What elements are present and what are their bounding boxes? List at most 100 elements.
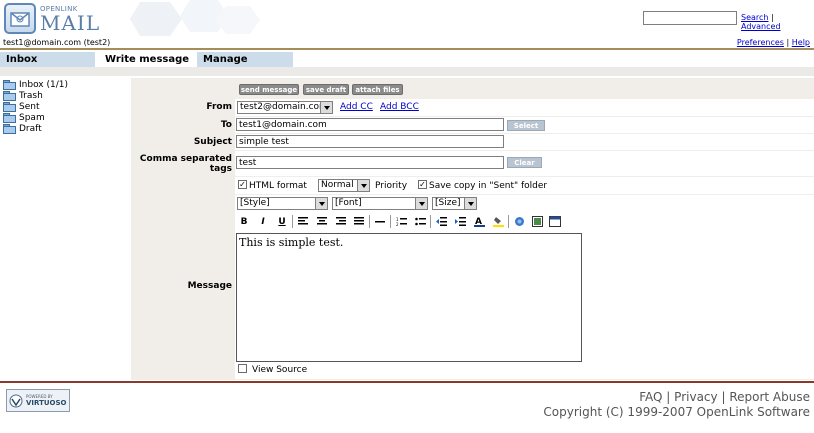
from-select-value: test2@domain.com: [240, 102, 328, 112]
html-format-label: HTML format: [249, 181, 307, 191]
justify-icon[interactable]: [352, 215, 366, 228]
folder-label: Sent: [19, 101, 40, 112]
folder-label: Spam: [19, 112, 45, 123]
help-link[interactable]: Help: [792, 38, 810, 47]
search-input[interactable]: [643, 11, 737, 25]
virtuoso-icon: [9, 394, 23, 407]
copyright-text: Copyright (C) 1999-2007 OpenLink Softwar…: [543, 405, 810, 419]
current-user: test1@domain.com (test2): [3, 38, 111, 47]
tab-bar: Inbox Write message Manage: [0, 48, 814, 67]
tags-label: Comma separated tags: [131, 154, 232, 174]
separator: |: [771, 13, 774, 22]
header-decoration: [130, 0, 260, 36]
font-select-value: [Font]: [335, 198, 362, 208]
logo-big-text: MAIL: [40, 10, 101, 35]
report-abuse-link[interactable]: Report Abuse: [729, 390, 810, 404]
view-source-checkbox[interactable]: [238, 364, 247, 373]
chevron-down-icon: [320, 102, 332, 113]
send-message-button[interactable]: send message: [239, 84, 299, 95]
message-editor[interactable]: This is simple test.: [236, 233, 582, 362]
priority-select-value: Normal: [321, 180, 354, 190]
style-select-value: [Style]: [240, 198, 270, 208]
advanced-search-link[interactable]: Advanced: [741, 22, 781, 31]
chevron-down-icon: [415, 198, 427, 209]
add-bcc-link[interactable]: Add BCC: [380, 102, 419, 112]
save-draft-button[interactable]: save draft: [303, 84, 349, 95]
outdent-icon[interactable]: [434, 215, 448, 228]
insert-table-icon[interactable]: [548, 215, 562, 228]
virtuoso-text: VIRTUOSO: [26, 399, 67, 407]
font-color-icon[interactable]: A: [472, 215, 486, 228]
save-copy-label: Save copy in "Sent" folder: [429, 181, 548, 191]
folder-sent[interactable]: Sent: [3, 101, 68, 112]
select-recipients-button[interactable]: Select: [507, 120, 545, 131]
mail-logo-icon: [4, 3, 36, 34]
clear-tags-button[interactable]: Clear: [507, 157, 542, 168]
faq-link[interactable]: FAQ: [639, 390, 662, 404]
style-select[interactable]: [Style]: [237, 197, 328, 210]
to-input[interactable]: [236, 118, 504, 131]
folder-label: Trash: [19, 90, 43, 101]
highlight-color-icon[interactable]: [491, 215, 505, 228]
tags-label-line2: tags: [209, 164, 232, 174]
folder-spam[interactable]: Spam: [3, 112, 68, 123]
align-right-icon[interactable]: [334, 215, 348, 228]
message-body: This is simple test.: [239, 236, 344, 249]
separator: |: [666, 390, 671, 404]
insert-image-icon[interactable]: [530, 215, 544, 228]
toolbar-separator: [390, 215, 391, 228]
size-select-value: [Size]: [435, 198, 461, 208]
subject-input[interactable]: [236, 135, 504, 148]
attach-files-button[interactable]: attach files: [352, 84, 403, 95]
tab-subbar: [0, 67, 814, 76]
folder-icon: [3, 102, 16, 112]
italic-icon[interactable]: I: [256, 215, 270, 228]
align-center-icon[interactable]: [315, 215, 329, 228]
font-select[interactable]: [Font]: [332, 197, 428, 210]
unordered-list-icon[interactable]: [413, 215, 427, 228]
align-left-icon[interactable]: [296, 215, 310, 228]
header: OPENLINK MAIL Search | Advanced test1@do…: [0, 0, 814, 47]
bold-icon[interactable]: B: [237, 215, 251, 228]
powered-by-virtuoso-badge[interactable]: POWERED BY VIRTUOSO: [6, 389, 70, 412]
add-cc-link[interactable]: Add CC: [340, 102, 373, 112]
folder-trash[interactable]: Trash: [3, 90, 68, 101]
chevron-down-icon: [464, 198, 476, 209]
folder-draft[interactable]: Draft: [3, 123, 68, 134]
horizontal-rule-icon[interactable]: [373, 215, 387, 228]
separator: |: [786, 38, 790, 47]
view-source-label: View Source: [252, 365, 308, 375]
tab-inbox[interactable]: Inbox: [0, 52, 95, 67]
folder-icon: [3, 80, 16, 90]
size-select[interactable]: [Size]: [432, 197, 477, 210]
toolbar-separator: [369, 215, 370, 228]
search-link[interactable]: Search: [741, 13, 768, 22]
subject-label: Subject: [193, 137, 232, 147]
tags-label-line1: Comma separated: [139, 154, 232, 164]
priority-label: Priority: [375, 181, 408, 191]
svg-text:2: 2: [396, 222, 399, 226]
preferences-link[interactable]: Preferences: [737, 38, 784, 47]
openlink-mail-logo[interactable]: OPENLINK MAIL: [4, 3, 100, 34]
tags-input[interactable]: [236, 156, 504, 169]
insert-link-icon[interactable]: [512, 215, 526, 228]
underline-icon[interactable]: U: [275, 215, 289, 228]
html-format-checkbox[interactable]: ✓: [238, 180, 247, 189]
folder-inbox[interactable]: Inbox (1/1): [3, 79, 68, 90]
ordered-list-icon[interactable]: 12: [394, 215, 408, 228]
folder-list: Inbox (1/1) Trash Sent Spam Draft: [3, 79, 68, 134]
tab-manage[interactable]: Manage: [197, 52, 293, 67]
privacy-link[interactable]: Privacy: [674, 390, 717, 404]
priority-select[interactable]: Normal: [318, 179, 370, 192]
toolbar-separator: [508, 215, 509, 228]
save-copy-checkbox[interactable]: ✓: [418, 180, 427, 189]
indent-icon[interactable]: [453, 215, 467, 228]
to-label: To: [220, 120, 232, 130]
folder-icon: [3, 91, 16, 101]
folder-label: Inbox (1/1): [19, 79, 68, 90]
tab-write-message[interactable]: Write message: [99, 52, 191, 67]
folder-icon: [3, 124, 16, 134]
toolbar-separator: [292, 215, 293, 228]
from-select[interactable]: test2@domain.com: [237, 101, 333, 114]
chevron-down-icon: [315, 198, 327, 209]
